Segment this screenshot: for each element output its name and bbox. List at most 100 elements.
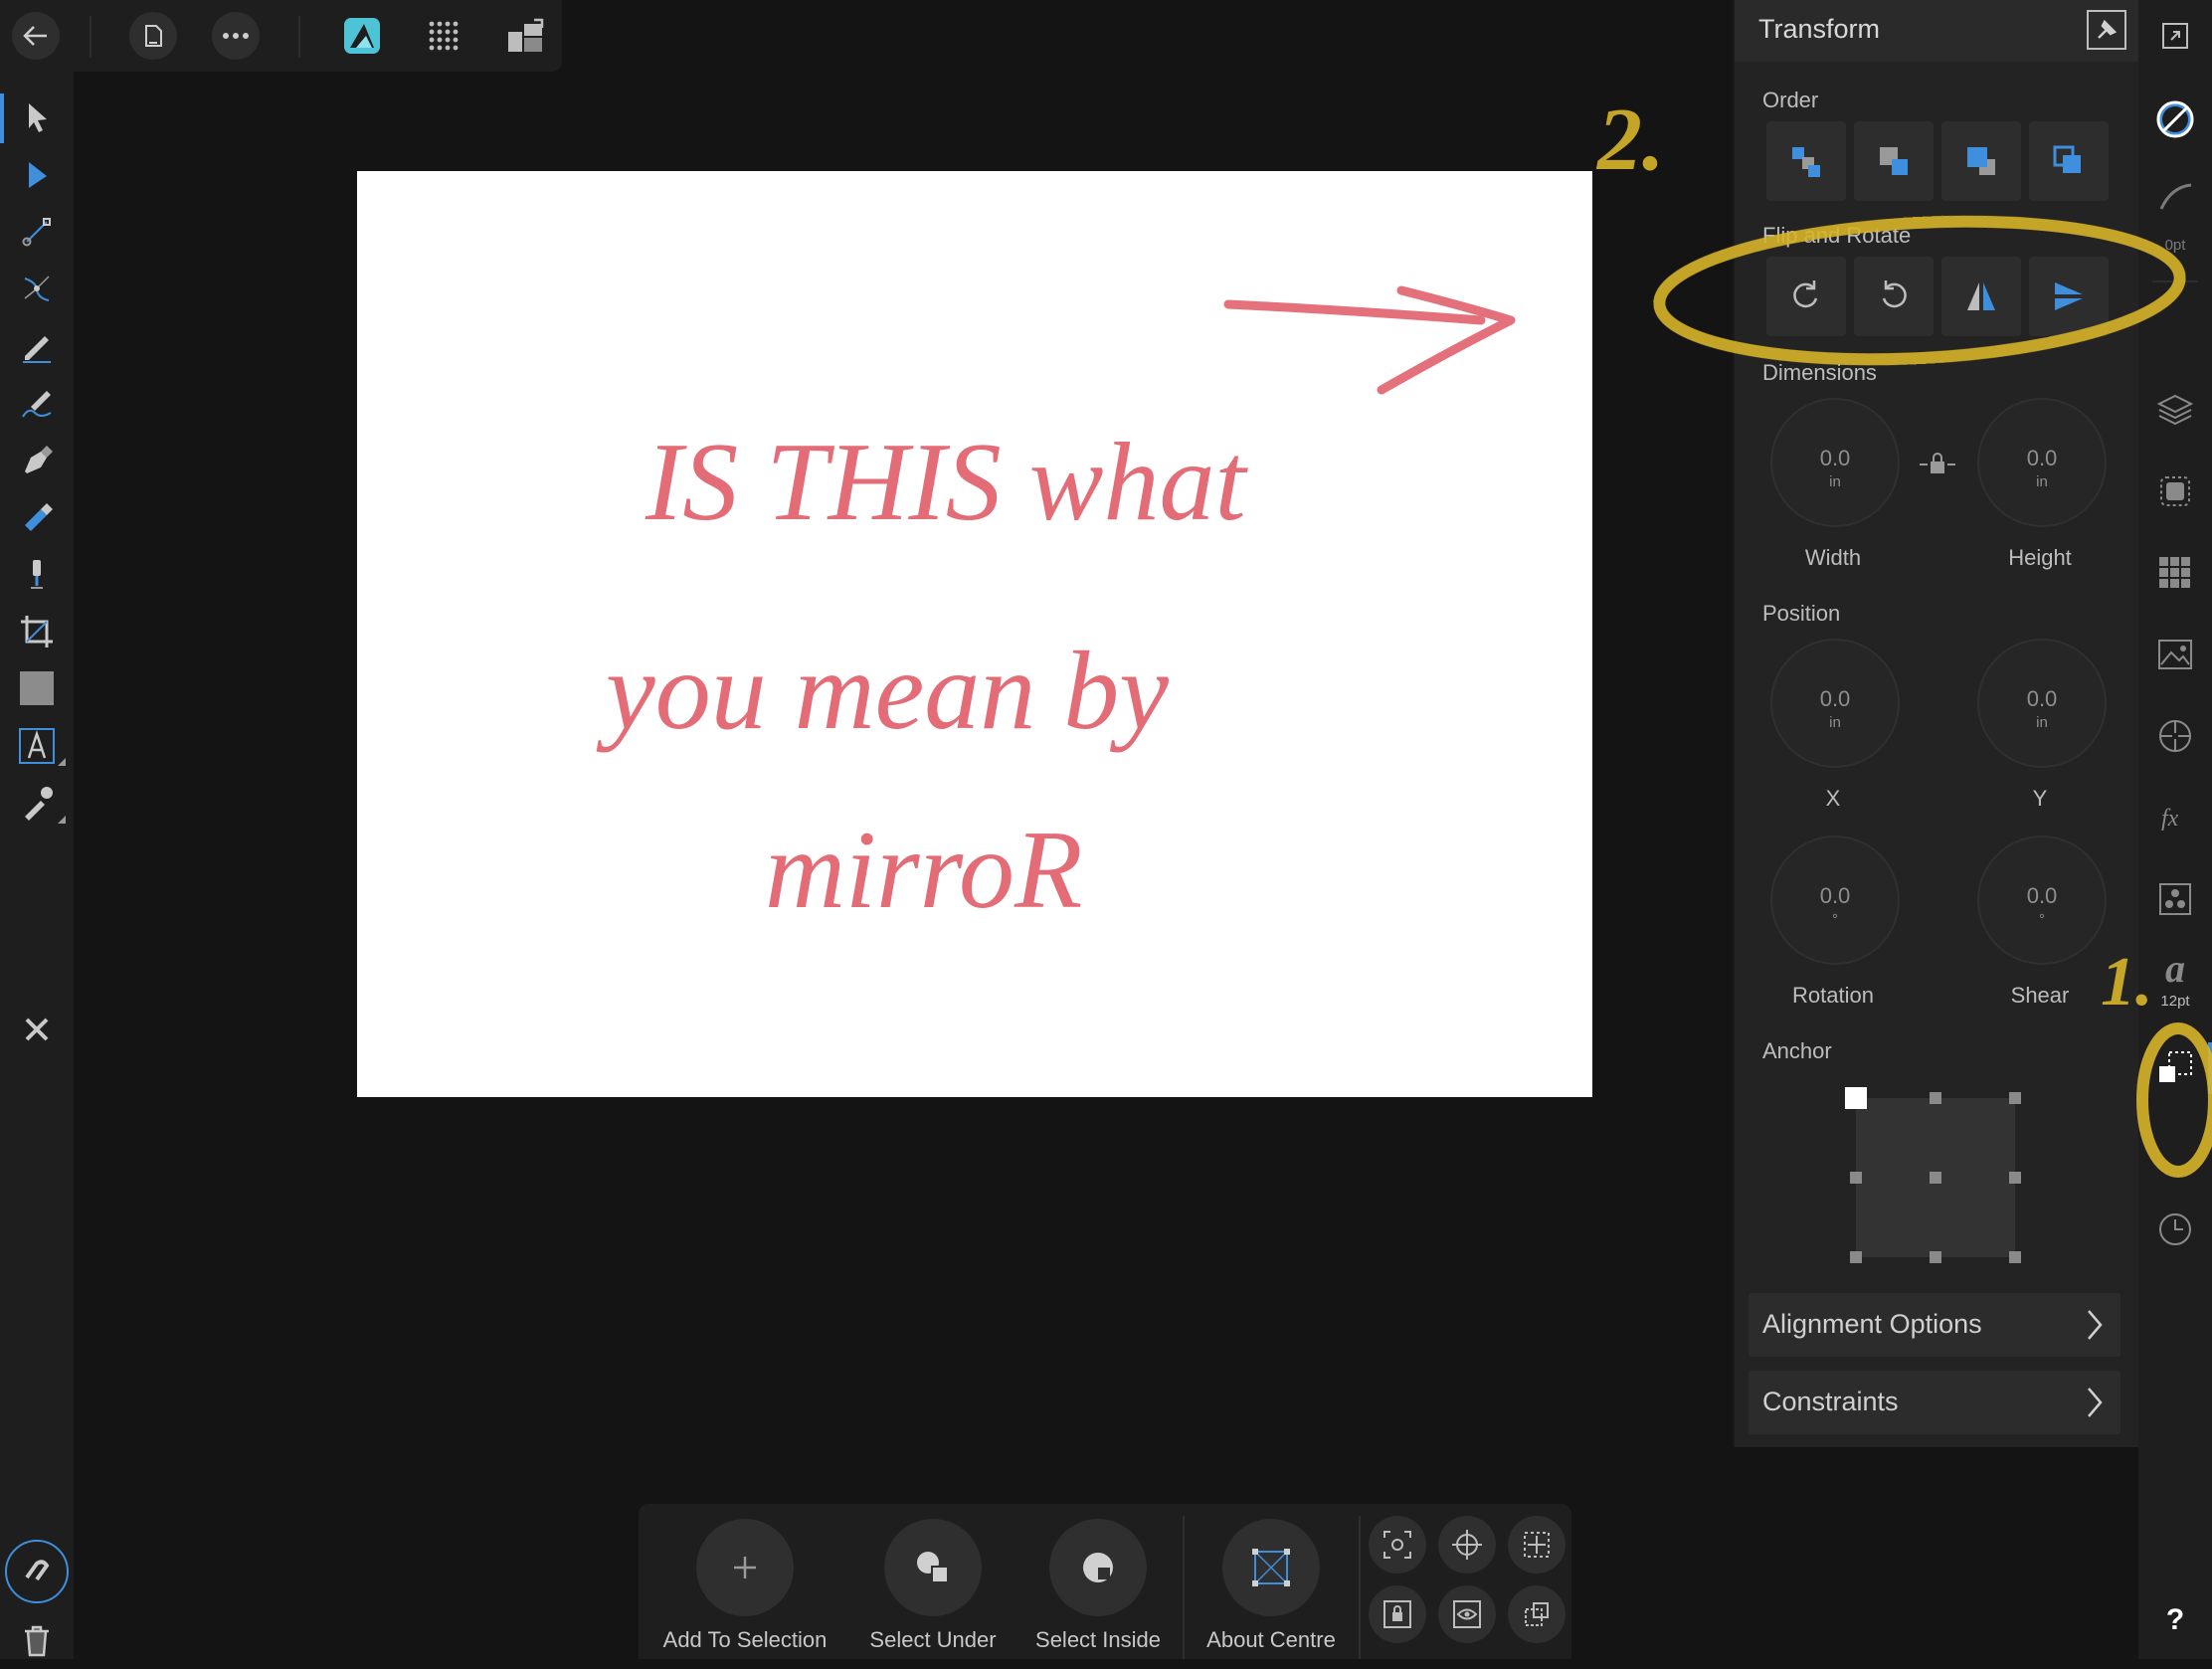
vector-brush-tool[interactable] [9, 375, 65, 431]
about-centre-label: About Centre [1206, 1627, 1336, 1652]
about-centre-button[interactable] [1222, 1519, 1320, 1616]
anchor-point-selected[interactable] [1845, 1087, 1867, 1109]
constraints-button[interactable]: Constraints [1749, 1371, 2120, 1434]
help-button[interactable]: ? [2138, 1603, 2212, 1637]
stroke-button[interactable] [2153, 175, 2197, 219]
more-button[interactable] [212, 12, 260, 60]
handwriting-line-1: IS THIS what [645, 421, 1248, 544]
fill-tool[interactable] [9, 489, 65, 545]
move-tool[interactable] [9, 90, 65, 145]
point-transform-tool[interactable] [9, 204, 65, 260]
styles-button[interactable] [2153, 877, 2197, 921]
pin-icon [2098, 19, 2118, 39]
document-canvas[interactable]: IS THIS what you mean by mirroR [357, 171, 1592, 1097]
history-button[interactable] [2153, 1207, 2197, 1251]
transparency-tool-icon [31, 560, 43, 589]
transparency-tool[interactable] [9, 546, 65, 602]
forward-one-icon [2053, 145, 2081, 173]
align-centre-icon [1524, 1532, 1550, 1558]
show-bounds-button[interactable] [1438, 1585, 1496, 1643]
rotate-clockwise-button[interactable] [1766, 257, 1846, 336]
studio-tabs: 0pt fx a 12pt ? [2138, 0, 2212, 1659]
flip-vertical-button[interactable] [2029, 257, 2109, 336]
snapping-button[interactable] [5, 1540, 69, 1603]
rotate-clockwise-icon [1793, 280, 1818, 308]
node-tool-icon [29, 162, 47, 188]
back-button[interactable] [12, 12, 60, 60]
crop-tool[interactable] [9, 604, 65, 659]
corner-tool[interactable] [9, 261, 65, 316]
width-dial[interactable]: 0.0 in [1770, 398, 1900, 527]
eye-frame-icon [1453, 1600, 1481, 1628]
anchor-point[interactable] [1850, 1251, 1862, 1263]
anchor-point[interactable] [1850, 1172, 1862, 1184]
rectangle-tool[interactable] [9, 660, 65, 716]
pen-tool[interactable] [9, 432, 65, 487]
add-to-selection-button[interactable] [696, 1519, 794, 1616]
anchor-point[interactable] [1930, 1251, 1941, 1263]
text-style-button[interactable]: a [2138, 945, 2212, 992]
text-tool[interactable] [9, 718, 65, 774]
close-button[interactable] [9, 1002, 65, 1057]
shear-dial[interactable]: 0.0 ° [1977, 835, 2107, 965]
vector-brush-icon [22, 391, 52, 418]
flip-horizontal-button[interactable] [1941, 257, 2021, 336]
anchor-point[interactable] [2009, 1092, 2021, 1104]
rotation-dial[interactable]: 0.0 ° [1770, 835, 1900, 965]
height-dial[interactable]: 0.0 in [1977, 398, 2107, 527]
dimensions-label: Dimensions [1762, 360, 1877, 385]
pencil-tool[interactable] [9, 318, 65, 374]
pixel-persona-button[interactable] [420, 12, 467, 60]
shear-label: Shear [2010, 983, 2070, 1008]
anchor-point[interactable] [1930, 1092, 1941, 1104]
transform-objects-button[interactable] [1508, 1585, 1566, 1643]
fx-button[interactable]: fx [2153, 796, 2197, 839]
designer-persona-button[interactable] [338, 12, 386, 60]
lock-children-button[interactable] [1369, 1585, 1426, 1643]
rotate-anticlockwise-button[interactable] [1854, 257, 1934, 336]
effects-button[interactable] [2153, 469, 2197, 513]
colour-swatch-button[interactable] [2153, 97, 2197, 141]
fill-tool-icon [25, 503, 53, 531]
assets-button[interactable] [2153, 633, 2197, 676]
node-tool[interactable] [9, 146, 65, 202]
pin-panel-button[interactable] [2087, 10, 2126, 50]
layers-button[interactable] [2153, 388, 2197, 432]
lock-aspect-icon[interactable] [1918, 450, 1957, 479]
y-dial[interactable]: 0.0 in [1977, 639, 2107, 768]
transform-origin-button[interactable] [1369, 1516, 1426, 1574]
pen-tool-icon [25, 446, 53, 473]
forward-one-button[interactable] [2029, 121, 2109, 201]
delete-button[interactable] [9, 1613, 65, 1669]
select-under-button[interactable] [884, 1519, 982, 1616]
trash-icon [25, 1625, 49, 1657]
export-persona-button[interactable] [501, 12, 549, 60]
transform-tab-button[interactable] [2153, 1046, 2197, 1090]
fit-view-button[interactable] [2153, 14, 2197, 58]
select-inside-button[interactable] [1049, 1519, 1147, 1616]
anchor-point[interactable] [2009, 1251, 2021, 1263]
order-label: Order [1762, 88, 1819, 112]
anchor-point[interactable] [2009, 1172, 2021, 1184]
plus-icon [734, 1557, 756, 1578]
back-one-button[interactable] [1766, 121, 1846, 201]
document-button[interactable] [129, 12, 177, 60]
snap-to-centre-button[interactable] [1508, 1516, 1566, 1574]
transform-icon [2159, 1051, 2192, 1082]
rectangle-tool-icon [20, 671, 54, 705]
centre-crosshair-button[interactable] [1438, 1516, 1496, 1574]
anchor-point[interactable] [1930, 1172, 1941, 1184]
color-picker-tool[interactable] [9, 775, 65, 831]
move-to-front-button[interactable] [1941, 121, 2021, 201]
x-dial[interactable]: 0.0 in [1770, 639, 1900, 768]
height-unit: in [2036, 473, 2048, 490]
width-value: 0.0 [1819, 446, 1851, 470]
swatches-button[interactable] [2153, 551, 2197, 595]
alignment-options-button[interactable]: Alignment Options [1749, 1293, 2120, 1357]
move-to-back-button[interactable] [1854, 121, 1934, 201]
handwriting-line-3: mirroR [765, 809, 1082, 932]
image-icon [2158, 640, 2192, 669]
move-tool-icon [29, 103, 47, 132]
appearance-button[interactable] [2153, 714, 2197, 758]
no-fill-swatch-icon [2156, 100, 2194, 138]
